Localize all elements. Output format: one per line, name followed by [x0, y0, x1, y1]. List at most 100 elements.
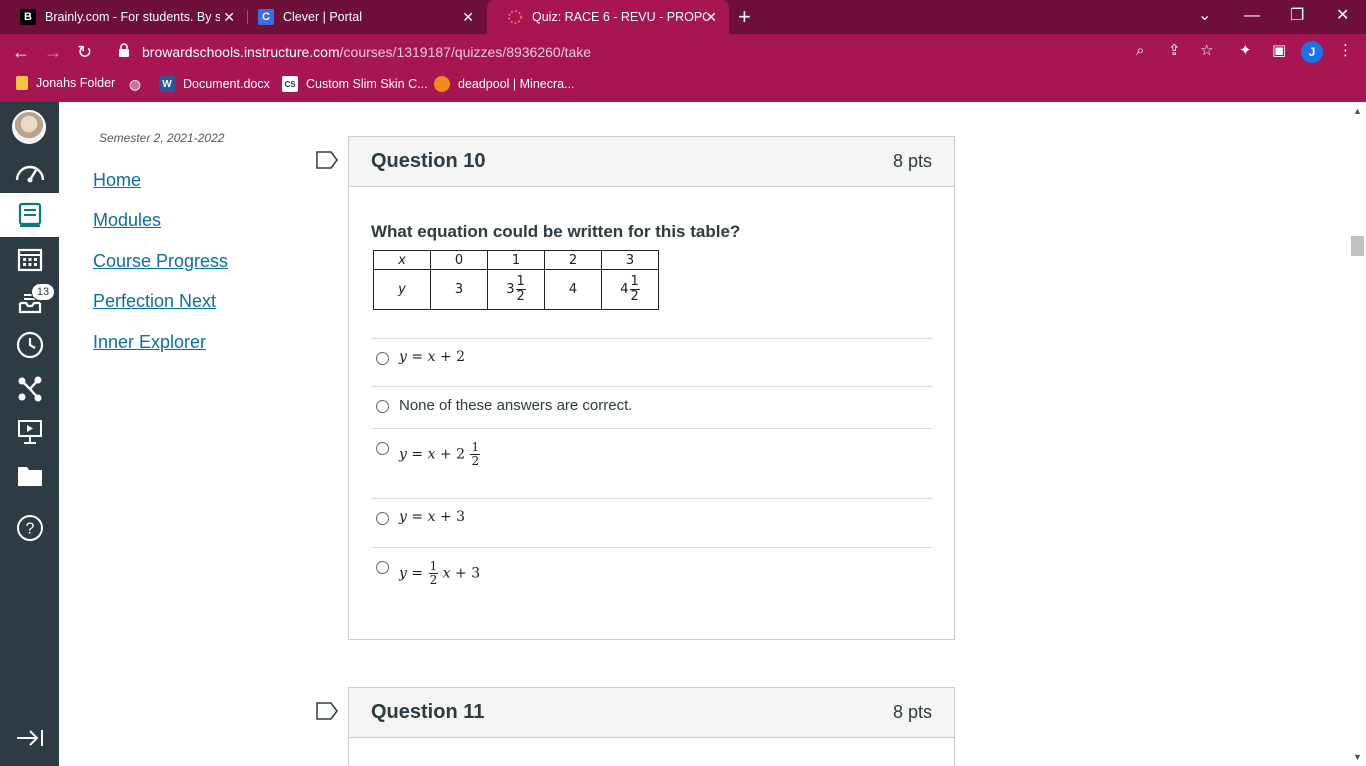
answer-label: y = x + 3 [399, 509, 466, 525]
brainly-favicon-icon: B [20, 9, 36, 25]
loading-spinner-icon [507, 9, 523, 25]
new-tab-button[interactable]: + [738, 6, 751, 28]
clever-favicon-icon: C [258, 9, 274, 25]
page-scrollbar[interactable] [1349, 102, 1366, 766]
course-nav-home[interactable]: Home [93, 170, 141, 191]
globe-icon: ◍ [128, 75, 142, 92]
flag-question-icon[interactable] [316, 151, 338, 169]
pumpkin-icon [434, 76, 450, 92]
nav-courses[interactable] [0, 193, 59, 237]
table-header-x: x [373, 250, 431, 270]
nav-studio[interactable] [0, 410, 59, 454]
table-cell-mixed: 412 [601, 269, 659, 310]
question-10: Question 10 8 pts What equation could be… [348, 136, 955, 640]
studio-icon [17, 420, 42, 444]
scrollbar-thumb[interactable] [1351, 236, 1364, 256]
url-text[interactable]: browardschools.instructure.com/courses/1… [142, 44, 591, 60]
courses-book-icon [18, 202, 41, 227]
close-tab-icon[interactable]: ✕ [462, 9, 474, 25]
course-nav-course-progress[interactable]: Course Progress [93, 251, 228, 272]
inbox-unread-badge: 13 [31, 283, 55, 301]
nav-collapse-button[interactable] [0, 716, 59, 760]
history-clock-icon [16, 331, 43, 359]
answer-option[interactable]: None of these answers are correct. [371, 386, 933, 428]
course-nav-modules[interactable]: Modules [93, 210, 161, 231]
restore-button[interactable]: ❐ [1290, 6, 1304, 26]
nav-calendar[interactable] [0, 237, 59, 281]
close-tab-icon[interactable]: ✕ [705, 9, 717, 25]
answer-label: y = x + 2 [399, 349, 466, 365]
tab-title: Clever | Portal [283, 10, 362, 24]
answer-option[interactable]: y = x + 3 [371, 498, 933, 547]
bookmark-document[interactable]: W Document.docx [159, 76, 270, 92]
course-nav-inner-explorer[interactable]: Inner Explorer [93, 332, 206, 353]
side-panel-icon[interactable]: ▣ [1272, 42, 1286, 60]
bookmark-deadpool[interactable]: deadpool | Minecra... [434, 76, 575, 92]
svg-text:?: ? [25, 521, 34, 538]
reload-button[interactable]: ↻ [77, 42, 92, 62]
bookmark-jonahs-folder[interactable]: Jonahs Folder [16, 76, 115, 90]
answer-option[interactable]: y = x + 2 12 [371, 428, 933, 498]
flag-question-icon[interactable] [316, 702, 338, 720]
answer-label: y = 12 x + 3 [399, 559, 481, 587]
bookmark-label: Jonahs Folder [36, 76, 116, 90]
nav-commons[interactable] [0, 367, 59, 411]
value-table: x 0 1 2 3 y 3 312 4 412 [373, 250, 659, 310]
answer-radio[interactable] [376, 442, 389, 455]
bookmark-label: deadpool | Minecra... [458, 77, 575, 91]
table-header-y: y [373, 269, 431, 310]
collapse-arrow-icon [16, 730, 43, 746]
nav-help[interactable]: ? [0, 506, 59, 550]
account-avatar[interactable] [12, 110, 46, 144]
browser-tab-strip: B Brainly.com - For students. By stu ✕ C… [0, 0, 1366, 34]
bookmark-label: Custom Slim Skin C... [306, 77, 428, 91]
profile-avatar[interactable]: J [1301, 41, 1323, 63]
question-header: Question 10 8 pts [349, 137, 954, 187]
table-cell: 3 [430, 269, 488, 310]
answer-radio[interactable] [376, 352, 389, 365]
bookmark-star-icon[interactable]: ☆ [1200, 42, 1213, 60]
answer-radio[interactable] [376, 512, 389, 525]
menu-kebab-icon[interactable]: ⋮ [1338, 42, 1353, 60]
bookmark-globe[interactable]: ◍ [127, 76, 151, 92]
share-icon[interactable]: ⇪ [1168, 42, 1181, 60]
answer-radio[interactable] [376, 400, 389, 413]
close-tab-icon[interactable]: ✕ [223, 9, 235, 25]
answer-option[interactable]: y = x + 2 [371, 338, 933, 386]
tab-clever[interactable]: C Clever | Portal ✕ [238, 0, 486, 34]
tab-title: Quiz: RACE 6 - REVU - PROPORTI [532, 10, 707, 24]
question-header: Question 11 8 pts [349, 688, 954, 738]
back-button[interactable]: ← [12, 42, 30, 62]
answer-option[interactable]: y = 12 x + 3 [371, 547, 933, 617]
extensions-icon[interactable]: ✦ [1239, 42, 1252, 60]
tab-title: Brainly.com - For students. By stu [45, 10, 220, 24]
nav-history[interactable] [0, 323, 59, 367]
scroll-up-arrow-icon[interactable]: ▲ [1353, 106, 1362, 116]
question-text: What equation could be written for this … [371, 222, 741, 241]
commons-share-icon [18, 376, 41, 402]
tab-brainly[interactable]: B Brainly.com - For students. By stu ✕ [0, 0, 247, 34]
table-cell: 4 [544, 269, 602, 310]
answer-radio[interactable] [376, 561, 389, 574]
close-window-button[interactable]: ✕ [1336, 6, 1349, 26]
table-cell: 1 [487, 250, 545, 270]
forward-button[interactable]: → [44, 42, 62, 62]
tab-quiz[interactable]: Quiz: RACE 6 - REVU - PROPORTI ✕ [487, 0, 729, 34]
course-nav-perfection-next[interactable]: Perfection Next [93, 291, 216, 312]
question-11: Question 11 8 pts [348, 687, 955, 766]
course-term: Semester 2, 2021-2022 [99, 131, 225, 145]
scroll-down-arrow-icon[interactable]: ▼ [1353, 752, 1362, 762]
question-title: Question 10 [371, 150, 486, 172]
table-cell: 3 [601, 250, 659, 270]
minimize-button[interactable]: — [1244, 6, 1260, 26]
tab-search-chevron-icon[interactable]: ⌄ [1198, 6, 1211, 26]
question-points: 8 pts [892, 702, 932, 722]
zoom-icon[interactable]: ⌕ [1136, 42, 1144, 60]
nav-files[interactable] [0, 454, 59, 498]
url-host: browardschools.instructure.com [142, 44, 340, 60]
folder-icon [16, 76, 28, 90]
nav-dashboard[interactable] [0, 150, 59, 194]
answer-label: None of these answers are correct. [399, 397, 633, 414]
question-title: Question 11 [371, 701, 485, 723]
bookmark-custom-slim-skin[interactable]: CS Custom Slim Skin C... [282, 76, 428, 92]
